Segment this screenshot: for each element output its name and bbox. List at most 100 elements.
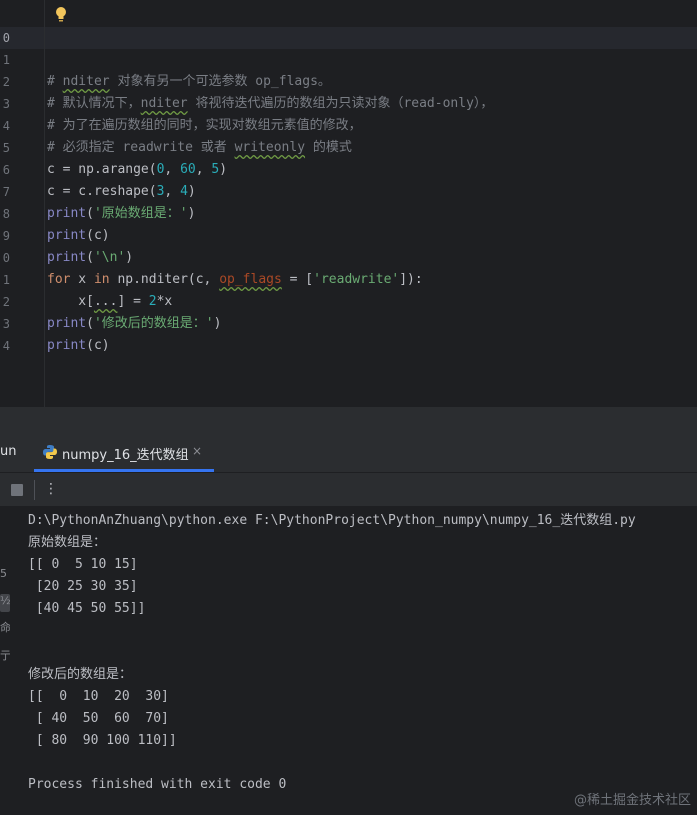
line-number: 0 [2,31,10,45]
code-token: '原始数组是：' [93,206,188,221]
console-output[interactable]: D:\PythonAnZhuang\python.exe F:\PythonPr… [0,506,697,815]
close-icon[interactable]: × [192,444,202,458]
line-number: 8 [2,207,10,221]
code-token: x [70,272,94,287]
line-number: 7 [2,185,10,199]
line-number: 9 [2,229,10,243]
console-line: D:\PythonAnZhuang\python.exe F:\PythonPr… [28,513,636,528]
code-token: ) [187,184,196,199]
line-number: 4 [2,119,10,133]
code-token: # 必须指定 readwrite 或者 [47,140,235,155]
code-line[interactable]: c = np.arange(0, 60, 5) [47,159,227,181]
code-token: 将视待迭代遍历的数组为只读对象（read-only）， [187,96,494,111]
console-line: 修改后的数组是： [28,667,133,682]
code-line[interactable]: c = c.reshape(3, 4) [47,181,196,203]
line-number: 4 [2,339,10,353]
code-token: x[ [47,294,94,309]
rail-button-1[interactable]: 5 [0,567,10,585]
code-token: print [47,250,87,265]
code-token: 4 [180,184,188,199]
console-line: Process finished with exit code 0 [28,777,287,792]
code-token: writeonly [234,140,306,155]
run-label: un [0,444,17,459]
panel-divider[interactable] [0,407,697,432]
code-token: ... [93,294,118,309]
line-number: 6 [2,163,10,177]
code-token: ( [86,206,94,221]
code-token: *x [156,294,173,309]
code-line[interactable]: # 为了在遍历数组的同时，实现对数组元素值的修改， [47,115,362,137]
console-line: [20 25 30 35] [28,579,138,594]
console-line: [40 45 50 55]] [28,601,146,616]
code-line[interactable]: for x in np.nditer(c, op_flags = ['readw… [47,269,423,291]
code-token: , [164,184,181,199]
code-token: np.nditer(c, [109,272,220,287]
code-token: 的模式 [305,140,352,155]
line-number: 0 [2,251,10,265]
code-token: print [47,316,87,331]
gutter-divider [44,0,45,407]
code-line[interactable]: print(c) [47,335,110,357]
code-token: print [47,338,87,353]
line-number: 1 [2,273,10,287]
rail-button-4[interactable]: 亍 [0,647,10,665]
code-line[interactable]: print(c) [47,225,110,247]
code-line[interactable]: print('\n') [47,247,133,269]
code-token: nditer [62,74,110,89]
code-line[interactable]: print('修改后的数组是：') [47,313,221,335]
line-number: 5 [2,141,10,155]
line-number: 2 [2,295,10,309]
code-token: ) [187,206,196,221]
code-token: ) [219,162,228,177]
code-token: ] = [117,294,149,309]
code-token: op_flags [219,272,282,287]
code-token: for [47,272,71,287]
rail-button-2[interactable]: ½ [0,594,10,612]
current-line-highlight [0,27,697,49]
code-token: ]): [399,272,423,287]
code-token: # 为了在遍历数组的同时，实现对数组元素值的修改， [47,118,362,133]
stop-icon[interactable] [11,484,23,496]
code-token: ( [86,250,94,265]
code-token: = [ [281,272,314,287]
line-number: 3 [2,97,10,111]
code-token: print [47,206,87,221]
watermark: @稀土掘金技术社区 [573,793,691,808]
code-token: c = np.arange( [47,162,157,177]
code-token: 60 [180,162,196,177]
toolbar-separator [34,480,35,500]
console-side-rail: 5 ½ 命 亍 [0,506,12,815]
line-number: 2 [2,75,10,89]
code-line[interactable]: print('原始数组是：') [47,203,195,225]
console-line: [[ 0 10 20 30] [28,689,169,704]
code-token: ( [86,316,94,331]
code-token: , [164,162,181,177]
console-line: [ 80 90 100 110]] [28,733,177,748]
lightbulb-icon[interactable] [54,6,68,24]
code-token: (c) [86,228,110,243]
code-token: (c) [86,338,110,353]
code-token: ) [213,316,222,331]
code-token: '\n' [93,250,126,265]
console-line: [ 40 50 60 70] [28,711,169,726]
tab-label[interactable]: numpy_16_迭代数组 [62,444,189,463]
run-toolbar [0,473,697,506]
code-token: , [195,162,212,177]
code-token: # 默认情况下， [47,96,141,111]
active-tab-indicator [34,469,214,472]
code-token: 对象有另一个可选参数 op_flags。 [109,74,331,89]
code-line[interactable]: x[...] = 2*x [47,291,172,313]
code-token: '修改后的数组是：' [93,316,214,331]
code-line[interactable]: # nditer 对象有另一个可选参数 op_flags。 [47,71,331,93]
console-line: [[ 0 5 10 15] [28,557,138,572]
python-icon [43,445,57,459]
more-options-icon[interactable]: ⋮ [44,481,58,497]
code-token: # [47,74,63,89]
code-token: c = c.reshape( [47,184,157,199]
rail-button-3[interactable]: 命 [0,619,10,637]
code-line[interactable]: # 必须指定 readwrite 或者 writeonly 的模式 [47,137,352,159]
code-token: nditer [140,96,188,111]
code-editor[interactable]: 0 1 2 3 4 5 6 7 8 9 0 1 2 3 4 # nditer 对象有另一个可选参数 op_f… [0,0,697,407]
code-line[interactable]: # 默认情况下，nditer 将视待迭代遍历的数组为只读对象（read-only… [47,93,493,115]
console-line: 原始数组是： [28,535,107,550]
